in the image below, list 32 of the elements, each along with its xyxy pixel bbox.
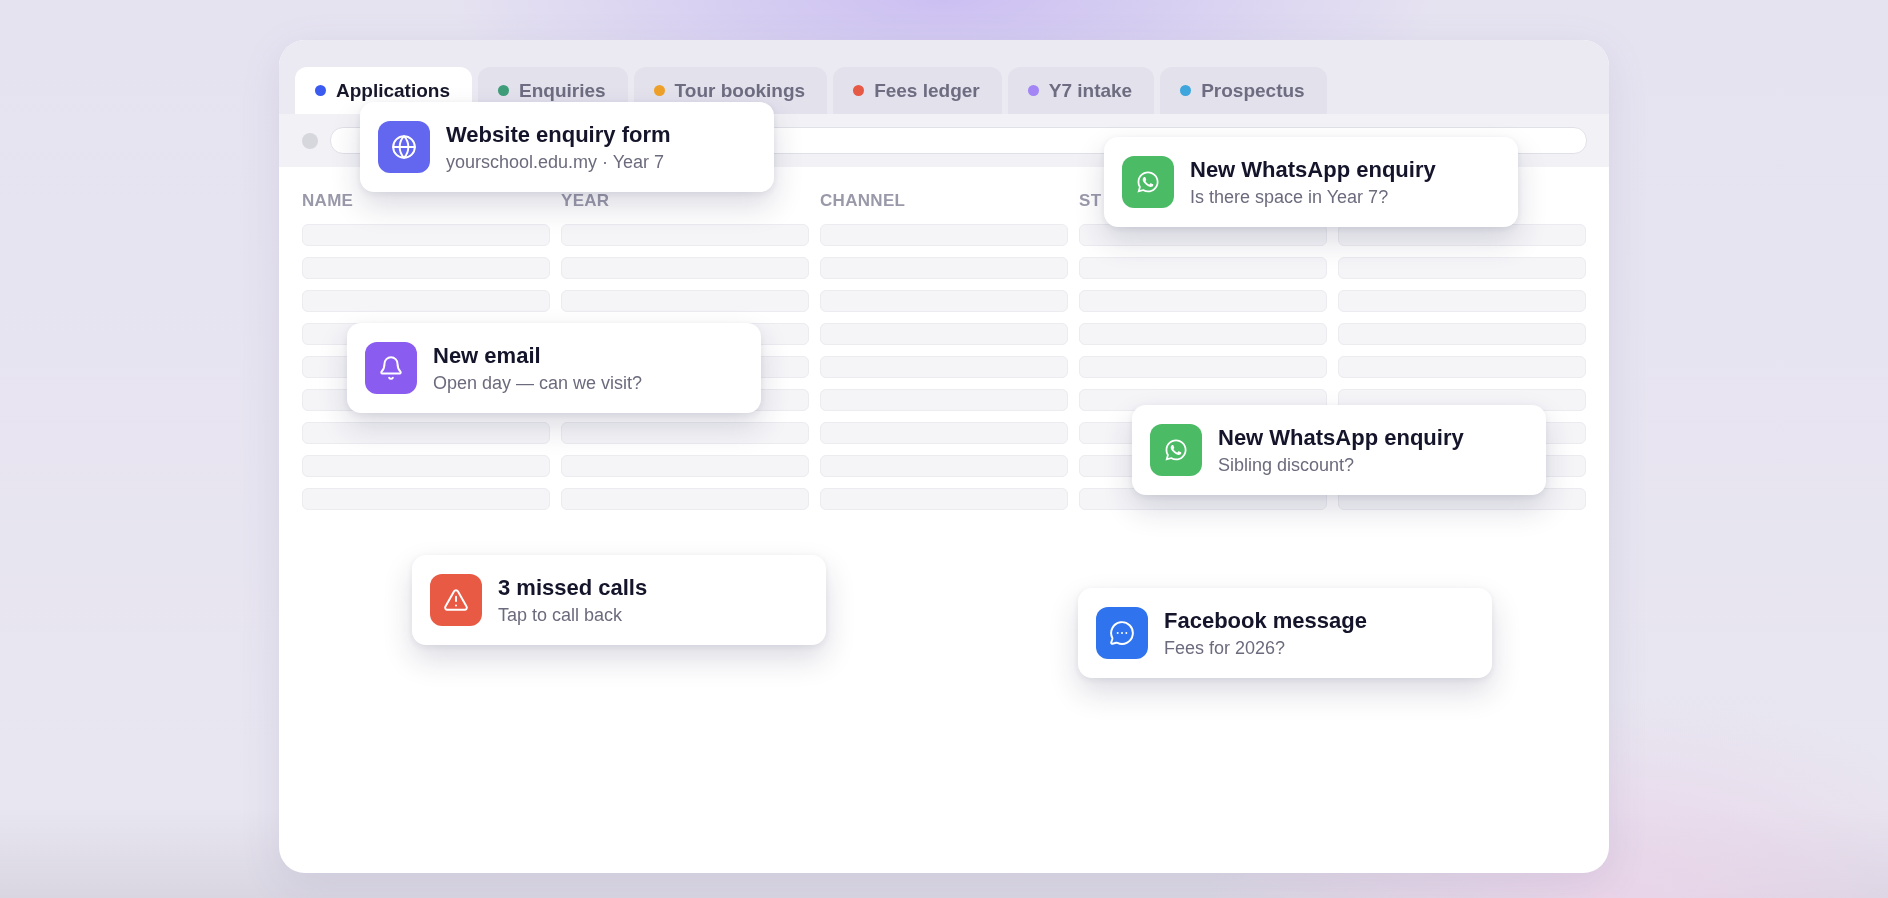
notification-toast[interactable]: New email Open day — can we visit? bbox=[347, 323, 761, 413]
toolbar-dot bbox=[302, 132, 318, 149]
notification-title: Website enquiry form bbox=[446, 121, 671, 148]
notification-text: Sibling discount? bbox=[1218, 454, 1356, 476]
notification-toast[interactable]: Website enquiry form yourschool.edu.my · Year 7 bbox=[360, 102, 774, 192]
notification-title: New email bbox=[433, 342, 542, 369]
notification-title: New WhatsApp enquiry bbox=[1218, 424, 1464, 451]
column-header: YEAR bbox=[561, 191, 610, 212]
notification-title: Facebook message bbox=[1164, 607, 1367, 634]
notification-toast[interactable]: New WhatsApp enquiry Sibling discount? bbox=[1132, 405, 1546, 495]
notification-text: Fees for 2026? bbox=[1164, 637, 1287, 659]
chat-phone-icon bbox=[1136, 170, 1160, 194]
globe-icon bbox=[391, 134, 417, 160]
tab[interactable]: Prospectus bbox=[1160, 67, 1327, 114]
notification-toast[interactable]: New WhatsApp enquiry Is there space in Year 7? bbox=[1104, 137, 1518, 227]
notification-title: 3 missed calls bbox=[498, 574, 648, 601]
notification-text: yourschool.edu.my · Year 7 bbox=[446, 151, 666, 173]
tab[interactable]: Y7 intake bbox=[1007, 67, 1155, 114]
tab[interactable]: Fees ledger bbox=[833, 67, 1002, 114]
bell-icon bbox=[378, 355, 404, 381]
notification-toast[interactable]: 3 missed calls Tap to call back bbox=[412, 555, 826, 645]
chat-phone-icon bbox=[1164, 438, 1188, 462]
notification-text: Is there space in Year 7? bbox=[1190, 186, 1390, 208]
message-icon bbox=[1109, 620, 1135, 646]
column-header: CHANNEL bbox=[820, 191, 906, 212]
notification-toast[interactable]: Facebook message Fees for 2026? bbox=[1078, 588, 1492, 678]
warning-icon bbox=[443, 587, 469, 613]
column-header: NAME bbox=[302, 191, 354, 212]
column-header: ST bbox=[1079, 191, 1102, 212]
notification-title: New WhatsApp enquiry bbox=[1190, 156, 1436, 183]
notification-text: Tap to call back bbox=[498, 604, 624, 626]
notification-text: Open day — can we visit? bbox=[433, 372, 643, 394]
